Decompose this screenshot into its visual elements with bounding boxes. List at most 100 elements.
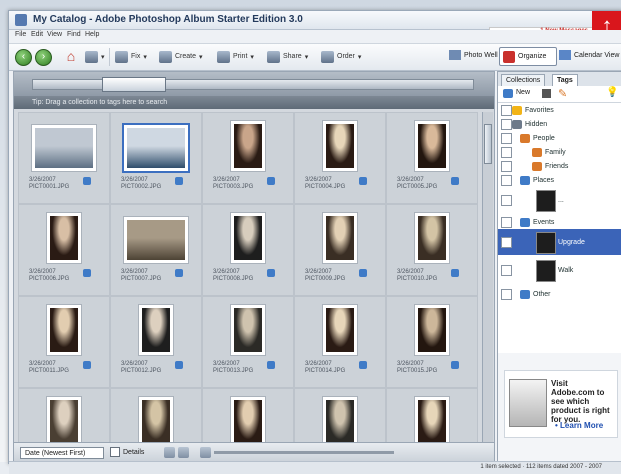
calendar-view-button[interactable]: Calendar View — [559, 50, 619, 60]
thumbnail-cell[interactable] — [386, 388, 478, 442]
thumbnail-cell[interactable]: 3/26/2007 PICT0004.JPG — [294, 112, 386, 204]
rotate-right-icon[interactable] — [178, 447, 189, 458]
photo-thumbnail[interactable] — [47, 397, 81, 442]
thumbnail-cell[interactable]: 3/26/2007 PICT0012.JPG — [110, 296, 202, 388]
photo-thumbnail[interactable] — [323, 121, 357, 171]
details-toggle[interactable]: Details — [110, 447, 144, 457]
thumbnail-cell[interactable]: 3/26/2007 PICT0001.JPG — [18, 112, 110, 204]
tag-checkbox[interactable] — [501, 104, 512, 116]
tag-checkbox[interactable] — [501, 264, 512, 276]
fix-button[interactable]: Fix ▾ — [115, 49, 147, 64]
scrollbar-thumb[interactable] — [484, 124, 492, 164]
tag-checkbox[interactable] — [501, 146, 512, 158]
tag-checkbox[interactable] — [501, 118, 512, 130]
photo-thumbnail[interactable] — [32, 125, 96, 171]
menu-find[interactable]: Find — [67, 31, 81, 38]
menu-help[interactable]: Help — [85, 31, 99, 38]
thumbnail-cell[interactable]: 3/26/2007 PICT0008.JPG — [202, 204, 294, 296]
menu-edit[interactable]: Edit — [31, 31, 43, 38]
timeline-track[interactable] — [32, 79, 474, 90]
tag-checkbox[interactable] — [501, 236, 512, 248]
menu-file[interactable]: File — [15, 31, 26, 38]
sort-order-select[interactable]: Date (Newest First) — [20, 447, 104, 459]
tag-checkbox[interactable] — [501, 194, 512, 206]
thumbnail-cell[interactable]: 3/26/2007 PICT0005.JPG — [386, 112, 478, 204]
thumbnail-cell[interactable]: 3/26/2007 PICT0013.JPG — [202, 296, 294, 388]
photo-thumbnail[interactable] — [231, 305, 265, 355]
back-button[interactable]: ‹ — [15, 49, 32, 66]
thumbnail-cell[interactable] — [110, 388, 202, 442]
tag-row[interactable]: ... — [498, 187, 621, 213]
tag-checkbox[interactable] — [501, 216, 512, 228]
photo-thumbnail[interactable] — [124, 125, 188, 171]
thumbnail-cell[interactable]: 3/26/2007 PICT0002.JPG — [110, 112, 202, 204]
photo-thumbnail[interactable] — [139, 397, 173, 442]
timeline-slider[interactable] — [102, 77, 166, 92]
share-button[interactable]: Share ▾ — [267, 49, 308, 64]
tag-checkbox[interactable] — [501, 160, 512, 172]
thumbnail-cell[interactable]: 3/26/2007 PICT0015.JPG — [386, 296, 478, 388]
vertical-scrollbar[interactable] — [482, 112, 493, 442]
thumbnail-cell[interactable]: 3/26/2007 PICT0010.JPG — [386, 204, 478, 296]
tag-row[interactable]: People — [498, 131, 621, 145]
photo-thumbnail[interactable] — [231, 213, 265, 263]
tab-tags[interactable]: Tags — [552, 74, 578, 86]
photo-thumbnail[interactable] — [47, 305, 81, 355]
rotate-left-icon[interactable] — [164, 447, 175, 458]
delete-icon[interactable] — [542, 89, 551, 98]
photo-thumbnail[interactable] — [415, 305, 449, 355]
details-checkbox[interactable] — [110, 447, 120, 457]
tag-list: Favorites Hidden People Family Friends Places… — [498, 103, 621, 353]
photo-well-button[interactable]: Photo Well — [449, 50, 498, 60]
new-tag-button[interactable]: New — [516, 89, 530, 96]
tag-row[interactable]: Favorites — [498, 103, 621, 117]
tag-checkbox[interactable] — [501, 132, 512, 144]
tag-row[interactable]: Events — [498, 215, 621, 229]
photo-thumbnail[interactable] — [323, 213, 357, 263]
forward-button[interactable]: › — [35, 49, 52, 66]
tag-row[interactable]: Hidden — [498, 117, 621, 131]
tab-collections[interactable]: Collections — [501, 74, 546, 86]
thumbnail-cell[interactable] — [294, 388, 386, 442]
print-button[interactable]: Print ▾ — [217, 49, 254, 64]
thumbnail-cell[interactable]: 3/26/2007 PICT0011.JPG — [18, 296, 110, 388]
photo-thumbnail[interactable] — [323, 305, 357, 355]
order-button[interactable]: Order ▾ — [321, 49, 361, 64]
tag-checkbox[interactable] — [501, 174, 512, 186]
photo-thumbnail[interactable] — [47, 213, 81, 263]
create-button[interactable]: Create ▾ — [159, 49, 203, 64]
photo-thumbnail[interactable] — [231, 121, 265, 171]
thumbnail-cell[interactable]: 3/26/2007 PICT0007.JPG — [110, 204, 202, 296]
thumbnail-cell[interactable] — [202, 388, 294, 442]
thumbnail-cell[interactable]: 3/26/2007 PICT0006.JPG — [18, 204, 110, 296]
photo-thumbnail[interactable] — [124, 217, 188, 263]
tag-row[interactable]: Upgrade — [498, 229, 621, 255]
tag-row[interactable]: Walk — [498, 257, 621, 283]
view-button[interactable]: ▾ — [85, 49, 105, 64]
thumbnail-cell[interactable]: 3/26/2007 PICT0014.JPG — [294, 296, 386, 388]
learn-more-link[interactable]: • Learn More — [555, 421, 603, 430]
tag-row[interactable]: Family — [498, 145, 621, 159]
photo-thumbnail[interactable] — [415, 397, 449, 442]
tag-checkbox[interactable] — [501, 288, 512, 300]
tag-row[interactable]: Other — [498, 287, 621, 301]
photo-thumbnail[interactable] — [231, 397, 265, 442]
home-icon[interactable]: ⌂ — [63, 48, 79, 64]
tag-thumbnail — [536, 190, 556, 212]
photo-thumbnail[interactable] — [323, 397, 357, 442]
photo-thumbnail[interactable] — [415, 213, 449, 263]
lightbulb-icon[interactable]: 💡 — [606, 87, 618, 98]
new-tag-icon[interactable] — [503, 89, 513, 98]
tag-row[interactable]: Places — [498, 173, 621, 187]
photo-thumbnail[interactable] — [139, 305, 173, 355]
small-thumbnail-icon[interactable] — [200, 447, 211, 458]
edit-pencil-icon[interactable]: ✎ — [558, 87, 567, 100]
organize-button[interactable]: Organize — [499, 47, 557, 66]
thumbnail-cell[interactable]: 3/26/2007 PICT0009.JPG — [294, 204, 386, 296]
tag-row[interactable]: Friends — [498, 159, 621, 173]
menu-view[interactable]: View — [47, 31, 62, 38]
photo-thumbnail[interactable] — [415, 121, 449, 171]
thumbnail-cell[interactable] — [18, 388, 110, 442]
thumbnail-size-slider[interactable] — [214, 451, 394, 454]
thumbnail-cell[interactable]: 3/26/2007 PICT0003.JPG — [202, 112, 294, 204]
